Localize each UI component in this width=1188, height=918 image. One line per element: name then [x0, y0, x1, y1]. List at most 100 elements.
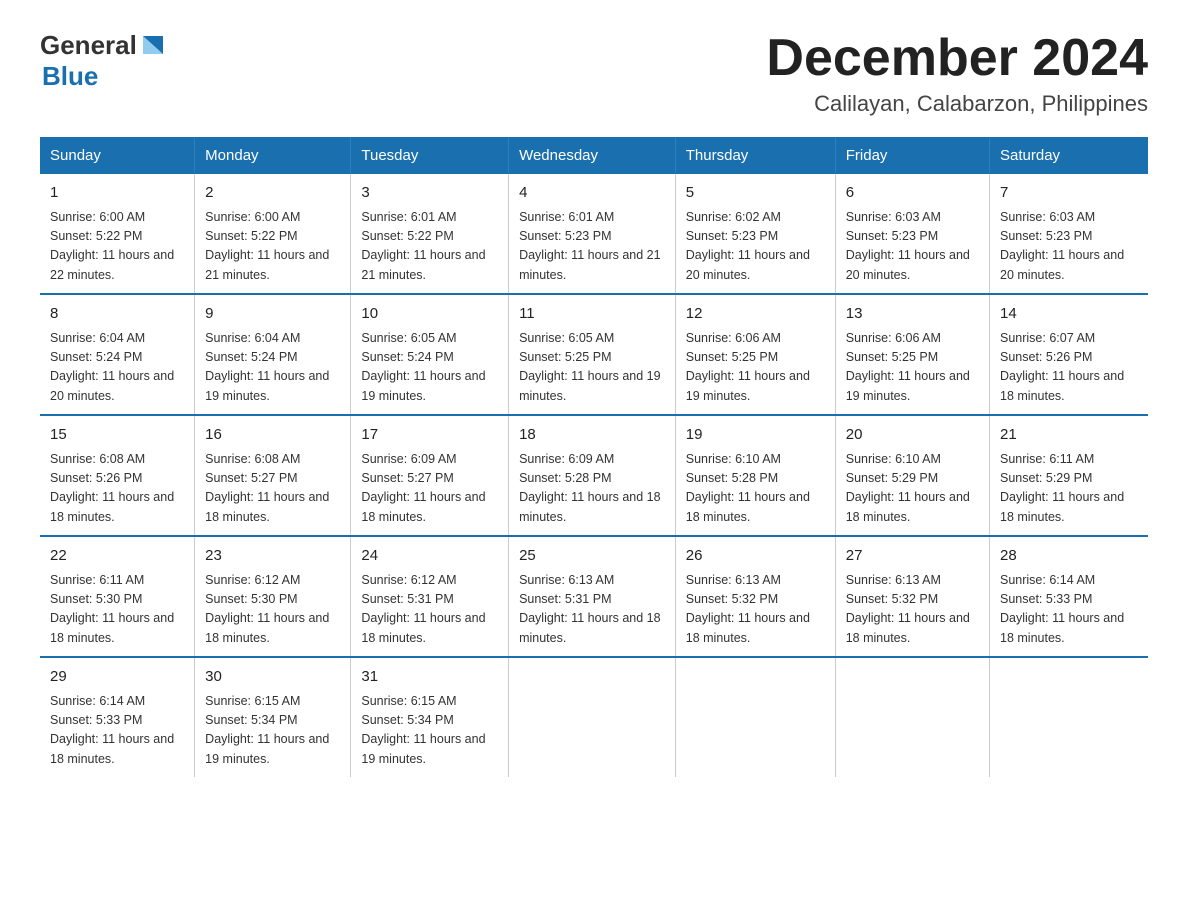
day-number: 14	[1000, 303, 1138, 326]
day-info: Sunrise: 6:01 AMSunset: 5:22 PMDaylight:…	[361, 208, 498, 286]
day-number: 25	[519, 545, 665, 568]
calendar-day-cell: 25Sunrise: 6:13 AMSunset: 5:31 PMDayligh…	[509, 536, 676, 657]
calendar-header-row: SundayMondayTuesdayWednesdayThursdayFrid…	[40, 137, 1148, 174]
calendar-day-cell: 5 Sunrise: 6:02 AMSunset: 5:23 PMDaylight…	[675, 174, 835, 294]
day-info: Sunrise: 6:04 AMSunset: 5:24 PMDaylight:…	[205, 329, 340, 407]
day-number: 1	[50, 182, 184, 205]
calendar-day-cell: 1Sunrise: 6:00 AMSunset: 5:22 PMDaylight…	[40, 174, 195, 294]
calendar-day-cell	[675, 657, 835, 777]
day-number: 11	[519, 303, 665, 326]
page-header: General Blue December 2024 Calilayan, Ca…	[40, 30, 1148, 117]
day-number: 6	[846, 182, 979, 205]
day-of-week-header: Friday	[835, 137, 989, 174]
calendar-day-cell: 6 Sunrise: 6:03 AMSunset: 5:23 PMDaylight…	[835, 174, 989, 294]
day-of-week-header: Monday	[195, 137, 351, 174]
calendar-day-cell: 7 Sunrise: 6:03 AMSunset: 5:23 PMDaylight…	[990, 174, 1149, 294]
calendar-day-cell: 10 Sunrise: 6:05 AMSunset: 5:24 PMDayligh…	[351, 294, 509, 415]
day-number: 29	[50, 666, 184, 689]
calendar-day-cell: 23Sunrise: 6:12 AMSunset: 5:30 PMDayligh…	[195, 536, 351, 657]
calendar-week-row: 15Sunrise: 6:08 AMSunset: 5:26 PMDayligh…	[40, 415, 1148, 536]
logo-general-text: General	[40, 30, 137, 61]
day-info: Sunrise: 6:04 AMSunset: 5:24 PMDaylight:…	[50, 329, 184, 407]
day-of-week-header: Wednesday	[509, 137, 676, 174]
day-info: Sunrise: 6:06 AMSunset: 5:25 PMDaylight:…	[846, 329, 979, 407]
day-info: Sunrise: 6:11 AMSunset: 5:29 PMDaylight:…	[1000, 450, 1138, 528]
day-number: 8	[50, 303, 184, 326]
logo-icon	[139, 32, 167, 60]
day-number: 18	[519, 424, 665, 447]
logo: General Blue	[40, 30, 167, 92]
calendar-day-cell	[509, 657, 676, 777]
calendar-day-cell: 26 Sunrise: 6:13 AMSunset: 5:32 PMDayligh…	[675, 536, 835, 657]
day-info: Sunrise: 6:13 AMSunset: 5:32 PMDaylight:…	[846, 571, 979, 649]
calendar-week-row: 1 Sunrise: 6:00 AMSunset: 5:22 PMDaylight…	[40, 174, 1148, 294]
day-number: 4	[519, 182, 665, 205]
day-number: 7	[1000, 182, 1138, 205]
day-info: Sunrise: 6:05 AMSunset: 5:24 PMDaylight:…	[361, 329, 498, 407]
day-info: Sunrise: 6:08 AMSunset: 5:27 PMDaylight:…	[205, 450, 340, 528]
day-info: Sunrise: 6:08 AMSunset: 5:26 PMDaylight:…	[50, 450, 184, 528]
day-info: Sunrise: 6:03 AMSunset: 5:23 PMDaylight:…	[846, 208, 979, 286]
day-info: Sunrise: 6:07 AMSunset: 5:26 PMDaylight:…	[1000, 329, 1138, 407]
day-info: Sunrise: 6:03 AMSunset: 5:23 PMDaylight:…	[1000, 208, 1138, 286]
day-info: Sunrise: 6:13 AMSunset: 5:32 PMDaylight:…	[686, 571, 825, 649]
day-number: 22	[50, 545, 184, 568]
calendar-day-cell: 24Sunrise: 6:12 AMSunset: 5:31 PMDayligh…	[351, 536, 509, 657]
day-info: Sunrise: 6:02 AMSunset: 5:23 PMDaylight:…	[686, 208, 825, 286]
calendar-day-cell: 4 Sunrise: 6:01 AMSunset: 5:23 PMDaylight…	[509, 174, 676, 294]
day-number: 2	[205, 182, 340, 205]
day-info: Sunrise: 6:05 AMSunset: 5:25 PMDaylight:…	[519, 329, 665, 407]
calendar-day-cell: 9 Sunrise: 6:04 AMSunset: 5:24 PMDaylight…	[195, 294, 351, 415]
day-number: 26	[686, 545, 825, 568]
day-number: 10	[361, 303, 498, 326]
calendar-day-cell: 22 Sunrise: 6:11 AMSunset: 5:30 PMDayligh…	[40, 536, 195, 657]
day-number: 13	[846, 303, 979, 326]
calendar-day-cell: 31Sunrise: 6:15 AMSunset: 5:34 PMDayligh…	[351, 657, 509, 777]
calendar-day-cell: 19 Sunrise: 6:10 AMSunset: 5:28 PMDayligh…	[675, 415, 835, 536]
day-info: Sunrise: 6:15 AMSunset: 5:34 PMDaylight:…	[205, 692, 340, 770]
calendar-day-cell: 28Sunrise: 6:14 AMSunset: 5:33 PMDayligh…	[990, 536, 1149, 657]
calendar-day-cell: 27 Sunrise: 6:13 AMSunset: 5:32 PMDayligh…	[835, 536, 989, 657]
title-block: December 2024 Calilayan, Calabarzon, Phi…	[766, 30, 1148, 117]
day-info: Sunrise: 6:00 AMSunset: 5:22 PMDaylight:…	[205, 208, 340, 286]
day-info: Sunrise: 6:15 AMSunset: 5:34 PMDaylight:…	[361, 692, 498, 770]
calendar-day-cell: 14 Sunrise: 6:07 AMSunset: 5:26 PMDayligh…	[990, 294, 1149, 415]
day-number: 9	[205, 303, 340, 326]
calendar-day-cell: 12Sunrise: 6:06 AMSunset: 5:25 PMDayligh…	[675, 294, 835, 415]
day-of-week-header: Tuesday	[351, 137, 509, 174]
calendar-day-cell: 17 Sunrise: 6:09 AMSunset: 5:27 PMDayligh…	[351, 415, 509, 536]
day-info: Sunrise: 6:14 AMSunset: 5:33 PMDaylight:…	[1000, 571, 1138, 649]
calendar-day-cell	[835, 657, 989, 777]
day-of-week-header: Saturday	[990, 137, 1149, 174]
day-of-week-header: Sunday	[40, 137, 195, 174]
day-number: 21	[1000, 424, 1138, 447]
calendar-day-cell: 13 Sunrise: 6:06 AMSunset: 5:25 PMDayligh…	[835, 294, 989, 415]
calendar-day-cell: 15Sunrise: 6:08 AMSunset: 5:26 PMDayligh…	[40, 415, 195, 536]
calendar-day-cell: 11 Sunrise: 6:05 AMSunset: 5:25 PMDayligh…	[509, 294, 676, 415]
calendar-table: SundayMondayTuesdayWednesdayThursdayFrid…	[40, 137, 1148, 777]
day-info: Sunrise: 6:09 AMSunset: 5:27 PMDaylight:…	[361, 450, 498, 528]
calendar-day-cell: 16 Sunrise: 6:08 AMSunset: 5:27 PMDayligh…	[195, 415, 351, 536]
day-of-week-header: Thursday	[675, 137, 835, 174]
day-number: 30	[205, 666, 340, 689]
subtitle: Calilayan, Calabarzon, Philippines	[766, 91, 1148, 117]
day-number: 5	[686, 182, 825, 205]
calendar-day-cell: 21 Sunrise: 6:11 AMSunset: 5:29 PMDayligh…	[990, 415, 1149, 536]
day-number: 27	[846, 545, 979, 568]
day-info: Sunrise: 6:11 AMSunset: 5:30 PMDaylight:…	[50, 571, 184, 649]
day-number: 3	[361, 182, 498, 205]
logo-blue-text: Blue	[42, 61, 98, 92]
day-info: Sunrise: 6:06 AMSunset: 5:25 PMDaylight:…	[686, 329, 825, 407]
day-number: 19	[686, 424, 825, 447]
day-number: 17	[361, 424, 498, 447]
calendar-week-row: 22 Sunrise: 6:11 AMSunset: 5:30 PMDayligh…	[40, 536, 1148, 657]
calendar-day-cell: 8 Sunrise: 6:04 AMSunset: 5:24 PMDaylight…	[40, 294, 195, 415]
day-info: Sunrise: 6:10 AMSunset: 5:28 PMDaylight:…	[686, 450, 825, 528]
calendar-day-cell: 3 Sunrise: 6:01 AMSunset: 5:22 PMDaylight…	[351, 174, 509, 294]
calendar-day-cell: 18Sunrise: 6:09 AMSunset: 5:28 PMDayligh…	[509, 415, 676, 536]
day-number: 16	[205, 424, 340, 447]
calendar-week-row: 29Sunrise: 6:14 AMSunset: 5:33 PMDayligh…	[40, 657, 1148, 777]
calendar-day-cell: 20Sunrise: 6:10 AMSunset: 5:29 PMDayligh…	[835, 415, 989, 536]
day-info: Sunrise: 6:01 AMSunset: 5:23 PMDaylight:…	[519, 208, 665, 286]
day-number: 23	[205, 545, 340, 568]
